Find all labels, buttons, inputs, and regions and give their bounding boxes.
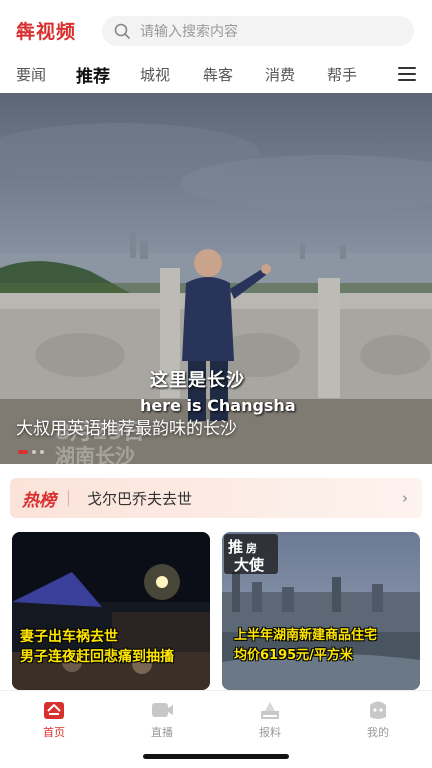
card-caption-line2: 均价6195元/平方米 [234,648,353,663]
svg-text:大使: 大使 [234,556,265,574]
card-caption-line1: 妻子出车祸去世 [20,629,118,645]
card-caption-line2: 男子连夜赶回悲痛到抽搐 [20,649,174,665]
nav-home-label: 首页 [43,726,65,739]
nav-profile[interactable]: 我的 [348,699,408,740]
search-bar[interactable]: 请输入搜索内容 [102,16,414,46]
nav-live-label: 直播 [151,726,173,739]
home-icon [42,699,66,721]
nav-profile-label: 我的 [367,726,389,739]
hot-list-headline[interactable]: 戈尔巴乔夫去世 [87,488,192,509]
tab-tuijian[interactable]: 推荐 [76,60,118,87]
search-placeholder: 请输入搜索内容 [140,24,238,40]
carousel-indicator [18,450,44,454]
top-bar: 犇视频 请输入搜索内容 [0,0,432,56]
live-icon [150,699,174,721]
category-tabs: 要闻 推荐 城视 犇客 消费 帮手 [0,56,432,92]
hero-title[interactable]: 大叔用英语推荐最韵味的长沙 [16,414,237,439]
tab-tuijian-label: 推荐 [76,67,110,87]
video-card-left[interactable]: 妻子出车祸去世 男子连夜赶回悲痛到抽搐 [12,532,210,690]
video-card-right[interactable]: 上半年湖南新建商品住宅 均价6195元/平方米 推 房 大使 [222,532,420,690]
nav-live[interactable]: 直播 [132,699,192,740]
hot-list-bar[interactable]: 热榜 戈尔巴乔夫去世 › [10,478,422,518]
svg-text:房: 房 [246,541,257,555]
search-icon [114,23,130,39]
app-logo[interactable]: 犇视频 [16,17,76,44]
menu-icon[interactable] [398,67,416,81]
svg-text:推: 推 [228,538,243,556]
tab-xiaofei[interactable]: 消费 [265,64,295,85]
chevron-right-icon[interactable]: › [402,489,408,507]
svg-text:湖南长沙: 湖南长沙 [55,444,135,464]
home-indicator [143,754,289,759]
hero-overlay-cn: 这里是长沙 [150,370,245,391]
tab-benke[interactable]: 犇客 [203,64,233,85]
divider [68,490,69,506]
hot-list-label: 热榜 [22,490,56,511]
program-logo: 推 房 大使 [224,534,278,574]
tab-yaowen[interactable]: 要闻 [16,64,46,85]
nav-home[interactable]: 首页 [24,699,84,740]
profile-icon [366,699,390,721]
nav-report[interactable]: 报料 [240,699,300,740]
tab-chengshi[interactable]: 城视 [140,64,170,85]
nav-report-label: 报料 [259,726,281,739]
hero-overlay-en: here is Changsha [140,396,296,415]
video-thumbnail [12,532,210,690]
tab-bangshou[interactable]: 帮手 [327,64,357,85]
report-icon [258,699,282,721]
card-caption-line1: 上半年湖南新建商品住宅 [234,628,378,643]
